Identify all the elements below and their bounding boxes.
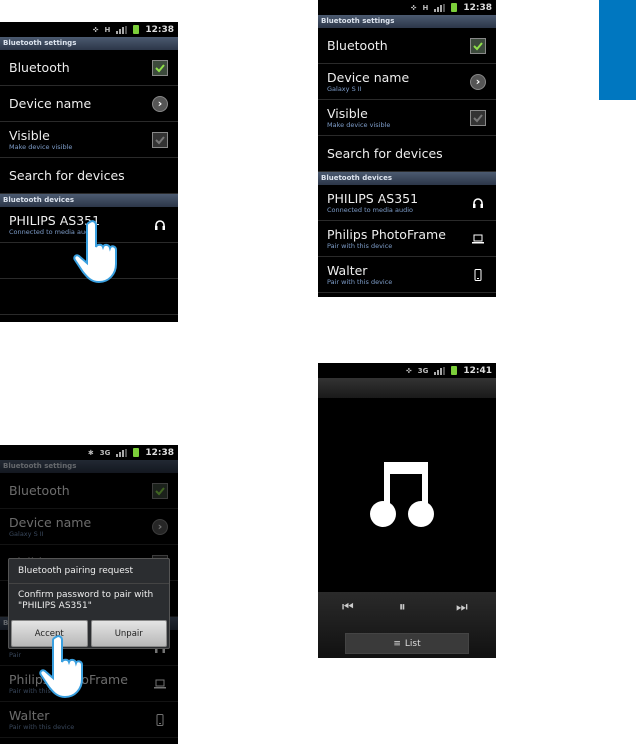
- signal-icon: [434, 3, 446, 12]
- list-button[interactable]: ≡ List: [345, 633, 469, 654]
- list-item[interactable]: Visible Make device visible: [318, 100, 496, 136]
- checkbox-disabled[interactable]: [470, 109, 486, 126]
- status-bar: ✜ 3G 12:41: [318, 363, 496, 378]
- section-header: Bluetooth settings: [0, 37, 178, 50]
- playback-controls: ⏮ ⏸ ⏭ ≡ List: [318, 592, 496, 658]
- headphones-icon: [470, 195, 486, 211]
- pointing-hand-icon: [73, 220, 117, 284]
- list-item[interactable]: Device name Galaxy S II ›: [318, 64, 496, 100]
- phone-screen-pairing-request: ✱ 3G 12:38Bluetooth settings Bluetooth D…: [0, 445, 178, 744]
- status-time: 12:41: [463, 365, 492, 376]
- list-item[interactable]: Bluetooth: [0, 50, 178, 86]
- battery-icon: [451, 3, 458, 12]
- music-note-icon: [370, 462, 434, 527]
- checkbox-checked[interactable]: [152, 59, 168, 76]
- section-header: Bluetooth devices: [0, 194, 178, 207]
- phone-icon: [470, 267, 486, 283]
- status-bar: ✱ 3G 12:38: [0, 445, 178, 460]
- item-title: Search for devices: [327, 146, 443, 161]
- chevron-right-icon[interactable]: ›: [152, 95, 168, 112]
- pause-button[interactable]: ⏸: [399, 600, 406, 615]
- dialog-message: Confirm password to pair with "PHILIPS A…: [18, 590, 154, 611]
- item-title: Search for devices: [9, 168, 125, 183]
- pointing-hand-icon: [39, 635, 83, 699]
- gps-icon: ✜: [410, 3, 417, 12]
- list-icon: ≡: [393, 638, 401, 649]
- section-header: Bluetooth settings: [318, 15, 496, 28]
- title-bar: [318, 378, 496, 398]
- list-item[interactable]: Device name ›: [0, 86, 178, 122]
- status-time: 12:38: [145, 447, 174, 458]
- headphones-icon: [152, 217, 168, 233]
- dialog-title: Bluetooth pairing request: [9, 559, 169, 584]
- section-tab: [599, 0, 636, 100]
- gps-icon: ✜: [92, 25, 99, 34]
- checkbox-checked[interactable]: [470, 37, 486, 54]
- list-item[interactable]: Search for devices: [318, 136, 496, 172]
- next-button[interactable]: ⏭: [456, 600, 468, 615]
- phone-screen-bluetooth-devices: ✜ H 12:38 Bluetooth settings Bluetooth De…: [318, 0, 496, 297]
- signal-icon: [116, 25, 128, 34]
- unpair-button[interactable]: Unpair: [90, 620, 167, 647]
- list-item[interactable]: PHILIPS AS351 Connected to media audio: [318, 185, 496, 221]
- list-label: List: [404, 638, 421, 649]
- status-bar: ✜ H 12:38: [318, 0, 496, 15]
- chevron-right-icon[interactable]: ›: [470, 73, 486, 90]
- list-item[interactable]: Philips PhotoFrame Pair with this device: [318, 221, 496, 257]
- signal-icon: [434, 366, 446, 375]
- status-bar: ✜ H 12:38: [0, 22, 178, 37]
- network-type: 3G: [417, 366, 429, 375]
- battery-icon: [133, 25, 140, 34]
- network-type: 3G: [99, 448, 111, 457]
- network-type: H: [422, 3, 429, 12]
- previous-button[interactable]: ⏮: [342, 600, 354, 615]
- battery-icon: [133, 448, 140, 457]
- bluetooth-icon: ✱: [87, 448, 94, 457]
- list-item[interactable]: Walter Pair with this device: [318, 257, 496, 293]
- album-art: [318, 398, 496, 594]
- battery-icon: [451, 366, 458, 375]
- gps-icon: ✜: [405, 366, 412, 375]
- section-header: Bluetooth devices: [318, 172, 496, 185]
- laptop-icon: [470, 231, 486, 247]
- list-item[interactable]: Visible Make device visible: [0, 122, 178, 158]
- phone-screen-bluetooth-settings: ✜ H 12:38 Bluetooth settings Bluetooth De…: [0, 22, 178, 322]
- network-type: H: [104, 25, 111, 34]
- status-time: 12:38: [145, 24, 174, 35]
- checkbox-disabled[interactable]: [152, 131, 168, 148]
- list-item[interactable]: Search for devices: [0, 158, 178, 194]
- list-item[interactable]: Bluetooth: [318, 28, 496, 64]
- signal-icon: [116, 448, 128, 457]
- status-time: 12:38: [463, 2, 492, 13]
- phone-screen-music-player: ✜ 3G 12:41 ⏮ ⏸ ⏭ ≡ List: [318, 363, 496, 658]
